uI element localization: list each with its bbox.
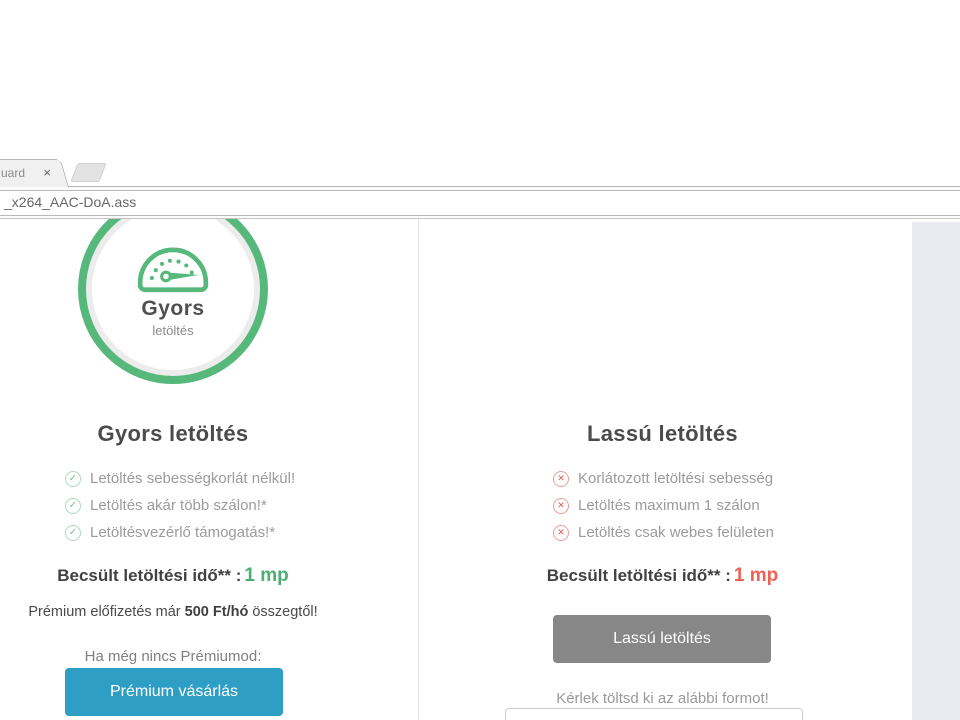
fast-feature-list: ✓ Letöltés sebességkorlát nélkül! ✓ Letö… — [65, 465, 295, 546]
fast-download-column: Gyors letöltés Gyors letöltés ✓ Letöltés… — [0, 219, 419, 720]
address-bar[interactable]: _x264_AAC-DoA.ass — [0, 190, 960, 216]
fast-heading: Gyors letöltés — [0, 421, 346, 447]
estimate-label: Becsült letöltési idő** : — [547, 566, 731, 585]
feature-item: ✕ Korlátozott letöltési sebesség — [553, 465, 774, 492]
page-background-strip — [912, 222, 960, 720]
feature-item: ✓ Letöltés sebességkorlát nélkül! — [65, 465, 295, 492]
feature-text: Korlátozott letöltési sebesség — [578, 470, 773, 487]
estimate-value: 1 mp — [244, 565, 288, 586]
premium-cta-note: Ha még nincs Prémiumod: — [0, 648, 346, 665]
premium-promo: Prémium előfizetés már 500 Ft/hó összegt… — [0, 604, 346, 620]
fast-circle-subtitle: letöltés — [152, 323, 193, 338]
form-input[interactable] — [505, 708, 803, 720]
promo-price: 500 Ft/hó — [185, 604, 249, 620]
premium-purchase-button[interactable]: Prémium vásárlás — [65, 668, 283, 716]
feature-text: Letöltésvezérlő támogatás!* — [90, 524, 275, 541]
fast-estimate: Becsült letöltési idő** :1 mp — [0, 565, 346, 587]
tab-close-icon[interactable]: × — [43, 164, 51, 182]
check-circle-icon: ✓ — [65, 525, 81, 541]
slow-download-button[interactable]: Lassú letöltés — [553, 615, 771, 663]
promo-prefix: Prémium előfizetés már — [28, 604, 184, 620]
new-tab-button[interactable] — [70, 163, 106, 182]
cross-circle-icon: ✕ — [553, 525, 569, 541]
slow-heading: Lassú letöltés — [419, 421, 906, 447]
form-note: Kérlek töltsd ki az alábbi formot! — [419, 690, 906, 707]
estimate-label: Becsült letöltési idő** : — [57, 566, 241, 585]
feature-text: Letöltés akár több szálon!* — [90, 497, 267, 514]
feature-item: ✓ Letöltésvezérlő támogatás!* — [65, 519, 295, 546]
feature-text: Letöltés maximum 1 szálon — [578, 497, 760, 514]
speedometer-fast-icon — [130, 238, 216, 293]
browser-toolbar: _x264_AAC-DoA.ass — [0, 187, 960, 219]
slow-estimate: Becsült letöltési idő** :1 mp — [419, 565, 906, 587]
browser-tab[interactable]: uard × — [0, 159, 57, 187]
cross-circle-icon: ✕ — [553, 471, 569, 487]
slow-feature-list: ✕ Korlátozott letöltési sebesség ✕ Letöl… — [553, 465, 774, 546]
check-circle-icon: ✓ — [65, 498, 81, 514]
feature-item: ✕ Letöltés maximum 1 szálon — [553, 492, 774, 519]
promo-suffix: összegtől! — [248, 604, 317, 620]
feature-item: ✕ Letöltés csak webes felületen — [553, 519, 774, 546]
slow-download-column: Lassú letöltés Lassú letöltés ✕ Korlátoz… — [419, 219, 912, 720]
fast-download-circle: Gyors letöltés — [78, 219, 268, 384]
page-content: Gyors letöltés Gyors letöltés ✓ Letöltés… — [0, 219, 960, 720]
feature-text: Letöltés sebességkorlát nélkül! — [90, 470, 295, 487]
feature-text: Letöltés csak webes felületen — [578, 524, 774, 541]
tab-bar: uard × — [0, 155, 960, 187]
tab-title: uard — [1, 166, 29, 180]
check-circle-icon: ✓ — [65, 471, 81, 487]
estimate-value: 1 mp — [734, 565, 778, 586]
fast-circle-title: Gyors — [141, 297, 204, 321]
feature-item: ✓ Letöltés akár több szálon!* — [65, 492, 295, 519]
cross-circle-icon: ✕ — [553, 498, 569, 514]
